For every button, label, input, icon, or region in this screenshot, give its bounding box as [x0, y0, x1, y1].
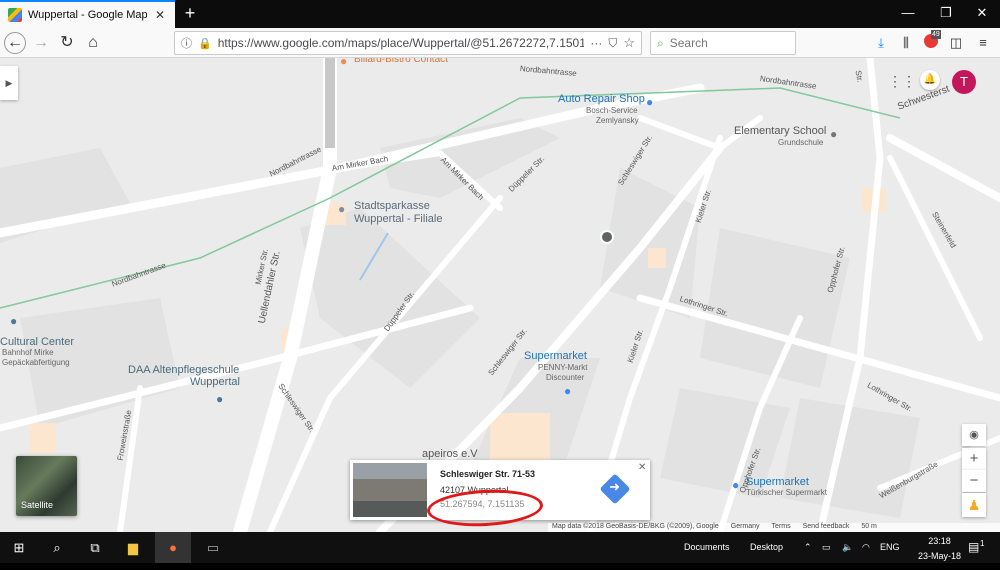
back-button[interactable]: ←: [4, 32, 26, 54]
map-data-credit: Map data ©2018 GeoBasis-DE/BKG (©2009), …: [552, 523, 719, 530]
account-avatar[interactable]: T: [952, 70, 976, 94]
satellite-view-toggle[interactable]: Satellite: [16, 456, 77, 516]
site-info-icon[interactable]: ⓘ: [181, 35, 192, 51]
shop-pin-icon[interactable]: ●: [646, 95, 658, 109]
my-location-button[interactable]: ◉: [962, 424, 986, 446]
restaurant-pin-icon[interactable]: ●: [340, 58, 352, 68]
forward-button[interactable]: →: [30, 32, 52, 54]
navigation-toolbar: ← → ↻ ⌂ ⓘ 🔒 https://www.google.com/maps/…: [0, 28, 1000, 58]
shopping-cart-pin-icon[interactable]: ●: [564, 384, 576, 398]
secure-lock-icon: 🔒: [198, 37, 212, 50]
wifi-icon[interactable]: ◠: [862, 532, 870, 563]
downloads-icon[interactable]: ⤓: [872, 34, 890, 52]
reload-button[interactable]: ↻: [56, 32, 78, 54]
pocket-icon[interactable]: ⛉: [608, 36, 617, 51]
terms-link[interactable]: Terms: [772, 523, 791, 532]
tray-overflow-icon[interactable]: ⌃: [804, 532, 812, 563]
search-box[interactable]: ⌕: [650, 31, 796, 55]
poi-sparkasse-line2[interactable]: Wuppertal - Filiale: [354, 213, 442, 225]
language-indicator[interactable]: ENG: [880, 532, 900, 563]
restore-window-button[interactable]: ❐: [928, 0, 964, 28]
tab-strip: Wuppertal - Google Maps ✕ + — ❐ ✕: [0, 0, 1000, 28]
scale-bar[interactable]: 50 m: [861, 523, 877, 532]
shopping-cart-pin-icon[interactable]: ●: [732, 478, 744, 492]
poi-auto-repair-sub1: Bosch-Service: [586, 106, 638, 115]
poi-apeiros[interactable]: apeiros e.V: [422, 448, 478, 460]
poi-auto-repair-sub2: Zemlyansky: [596, 116, 639, 125]
documents-toolbar[interactable]: Documents: [684, 532, 730, 563]
send-feedback-link[interactable]: Send feedback: [803, 523, 850, 532]
street-view-thumbnail[interactable]: [353, 463, 427, 517]
map-canvas[interactable]: Nordbahntrasse Nordbahntrasse Nordbahntr…: [0, 58, 1000, 532]
minimize-window-button[interactable]: —: [890, 0, 926, 28]
directions-icon[interactable]: [599, 473, 631, 505]
search-icon: ⌕: [657, 35, 664, 50]
poi-sparkasse[interactable]: Stadtsparkasse: [354, 200, 430, 212]
satellite-label: Satellite: [21, 500, 54, 510]
search-icon[interactable]: ⌕: [40, 532, 74, 563]
new-tab-button[interactable]: +: [180, 4, 200, 24]
volume-icon[interactable]: 🔈: [842, 532, 853, 563]
collapse-sidebar-button[interactable]: ▶: [0, 66, 18, 100]
close-icon[interactable]: ✕: [638, 462, 646, 473]
clock-date: 23-May-18: [918, 551, 962, 561]
file-explorer-icon[interactable]: ▆: [116, 532, 150, 563]
url-text[interactable]: https://www.google.com/maps/place/Wupper…: [218, 36, 585, 50]
close-window-button[interactable]: ✕: [964, 0, 1000, 28]
poi-auto-repair[interactable]: Auto Repair Shop: [558, 93, 645, 105]
poi-supermarket-turkish[interactable]: Supermarket: [746, 476, 809, 488]
url-bar[interactable]: ⓘ 🔒 https://www.google.com/maps/place/Wu…: [174, 31, 642, 55]
poi-supermarket-penny[interactable]: Supermarket: [524, 350, 587, 362]
street-label: Str.: [853, 69, 865, 84]
notifications-bell-icon[interactable]: 🔔: [920, 70, 940, 90]
school-pin-icon[interactable]: ●: [830, 127, 842, 141]
task-view-icon[interactable]: ⧉: [78, 532, 112, 563]
network-icon[interactable]: ▭: [822, 532, 831, 563]
poi-daa-line2[interactable]: Wuppertal: [190, 376, 240, 388]
map-attribution-bar: Map data ©2018 GeoBasis-DE/BKG (©2009), …: [548, 523, 1000, 532]
poi-penny-sub1: PENNY-Markt: [538, 363, 588, 372]
cultural-pin-icon[interactable]: ●: [10, 314, 22, 328]
library-icon[interactable]: ⫼: [897, 34, 915, 52]
windows-taskbar: ⊞ ⌕ ⧉ ▆ ● ▭ Documents Desktop ⌃ ▭ 🔈 ◠ EN…: [0, 532, 1000, 563]
action-center-icon[interactable]: ▤: [968, 532, 979, 563]
clock-time: 23:18: [928, 536, 951, 546]
street-view-pegman-icon[interactable]: ♟: [962, 493, 986, 517]
poi-daa-altenpflegeschule[interactable]: DAA Altenpflegeschule: [128, 364, 239, 376]
close-tab-icon[interactable]: ✕: [153, 8, 167, 22]
action-center-badge: 1: [980, 539, 985, 548]
zoom-out-button[interactable]: −: [962, 470, 986, 492]
poi-penny-sub2: Discounter: [546, 373, 585, 382]
page-actions-icon[interactable]: ···: [590, 36, 602, 50]
bookmark-star-icon[interactable]: ☆: [623, 35, 635, 51]
school-pin-icon[interactable]: ●: [216, 392, 228, 406]
location-marker-icon[interactable]: [600, 230, 614, 244]
poi-elementary-school[interactable]: Elementary School: [734, 125, 826, 137]
poi-turkish-sub: Türkischer Supermarkt: [746, 488, 827, 497]
app-window-icon[interactable]: ▭: [195, 532, 231, 563]
google-maps-favicon-icon: [8, 8, 22, 22]
adblock-badge: 49: [931, 30, 941, 39]
desktop-toolbar[interactable]: Desktop: [750, 532, 783, 563]
bank-pin-icon[interactable]: ●: [338, 202, 350, 216]
poi-cultural-center[interactable]: Cultural Center: [0, 336, 74, 348]
windows-start-icon[interactable]: ⊞: [0, 532, 38, 563]
home-button[interactable]: ⌂: [82, 32, 104, 54]
firefox-icon[interactable]: ●: [155, 532, 191, 563]
country-link[interactable]: Germany: [731, 523, 760, 532]
adblock-icon[interactable]: 49: [922, 30, 941, 52]
tab-google-maps[interactable]: Wuppertal - Google Maps ✕: [0, 0, 175, 28]
poi-cultural-sub1: Bahnhof Mirke: [2, 348, 54, 357]
sidebar-toggle-icon[interactable]: ◫: [947, 34, 965, 52]
search-input[interactable]: [669, 36, 770, 50]
info-card-title[interactable]: Schleswiger Str. 71-53: [440, 469, 535, 479]
poi-elementary-sub: Grundschule: [778, 138, 824, 147]
google-apps-icon[interactable]: ⋮⋮: [888, 74, 916, 88]
zoom-in-button[interactable]: +: [962, 448, 986, 470]
clock[interactable]: 23:18 23-May-18: [918, 535, 961, 566]
poi-billard-bistro[interactable]: Billard-Bistro Contact: [354, 58, 448, 66]
poi-cultural-sub2: Gepäckabfertigung: [2, 358, 70, 367]
tab-title: Wuppertal - Google Maps: [28, 9, 147, 21]
menu-hamburger-icon[interactable]: ≡: [974, 34, 992, 52]
